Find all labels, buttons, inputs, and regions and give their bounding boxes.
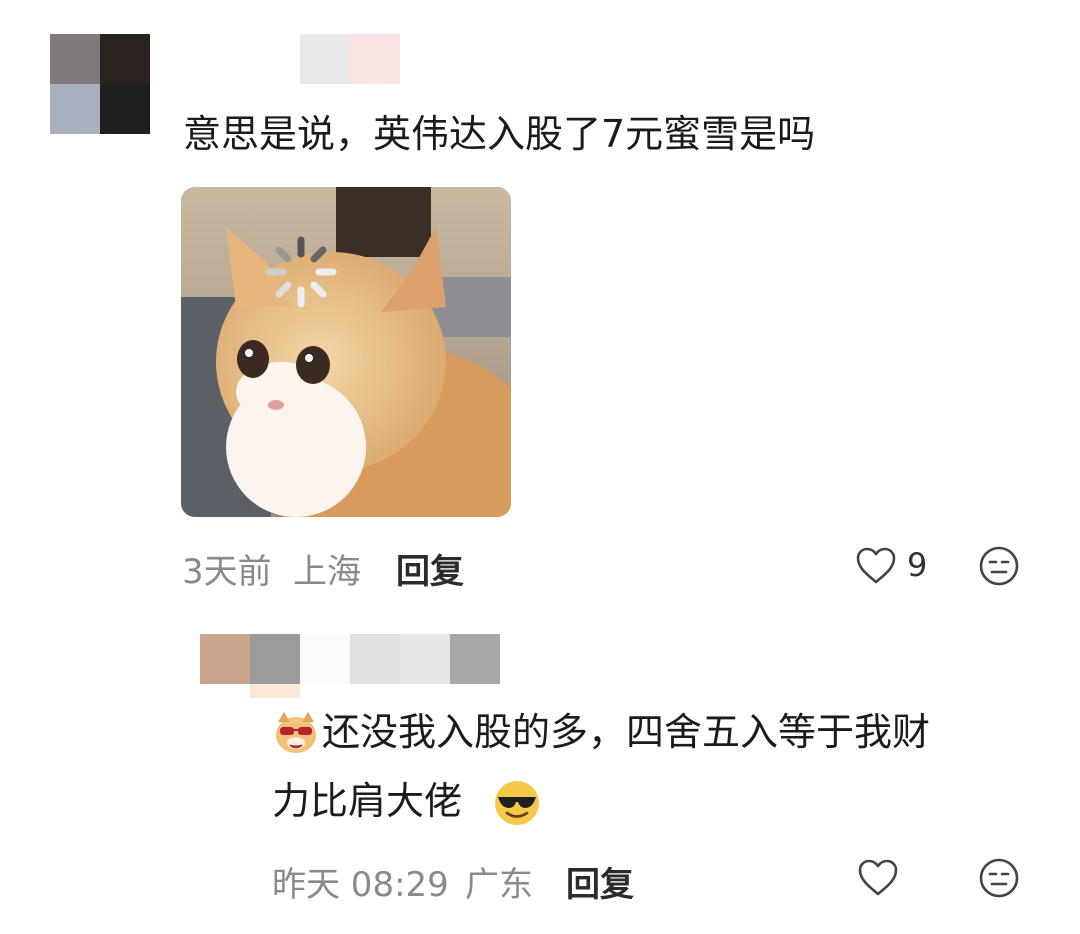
avatar[interactable]: [50, 34, 150, 134]
reply-username[interactable]: [200, 634, 500, 698]
dog-sunglasses-icon: [272, 708, 320, 756]
like-count: 9: [907, 546, 928, 584]
heart-icon: [855, 546, 897, 586]
comment-time: 3天前: [182, 552, 272, 592]
neutral-face-icon[interactable]: [978, 545, 1020, 587]
comment-location: 上海: [293, 552, 361, 592]
reply-time: 昨天 08:29: [272, 865, 449, 905]
reply-button[interactable]: 回复: [396, 544, 464, 593]
like-button[interactable]: 9: [855, 544, 935, 588]
reply-button[interactable]: 回复: [566, 857, 634, 906]
comment-text: 意思是说，英伟达入股了7元蜜雪是吗: [183, 112, 816, 156]
reply-text-line2: 力比肩大佬: [272, 779, 463, 823]
reply-location: 广东: [465, 865, 533, 905]
username[interactable]: [300, 34, 400, 84]
comment-image[interactable]: [181, 187, 511, 517]
sunglasses-emoji-icon: [492, 778, 542, 828]
neutral-face-icon[interactable]: [978, 857, 1020, 899]
heart-icon[interactable]: [857, 858, 899, 898]
reply-text-line1: 还没我入股的多，四舍五入等于我财: [322, 710, 931, 754]
